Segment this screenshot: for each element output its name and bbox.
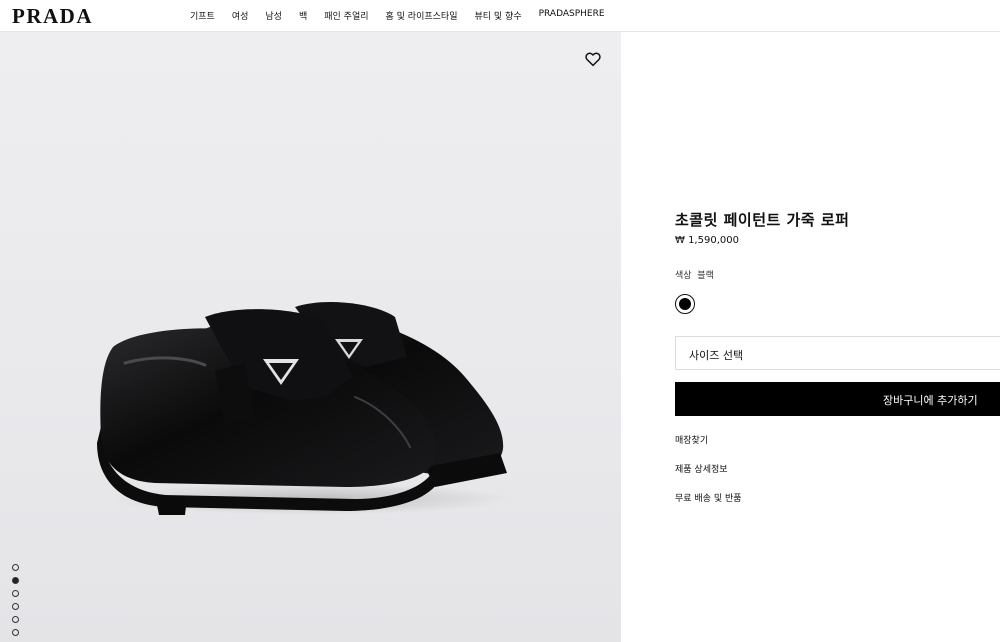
nav-item-bags[interactable]: 백 [299,9,307,22]
heart-icon[interactable] [584,50,602,68]
prada-logo[interactable]: PRADA [12,4,93,29]
nav-item-home-lifestyle[interactable]: 홈 및 라이프스타일 [386,9,458,22]
nav-item-gifts[interactable]: 기프트 [190,9,215,22]
product-price: ₩ 1,590,000 [675,235,739,246]
store-locator-link[interactable]: 매장찾기 [675,433,708,446]
gallery-dot-5[interactable] [12,616,19,623]
top-navigation-bar: PRADA 기프트 여성 남성 백 패인 주얼리 홈 및 라이프스타일 뷰티 및… [0,0,1000,32]
add-to-cart-button[interactable]: 장바구니에 추가하기 [675,382,1000,416]
nav-item-fine-jewelry[interactable]: 패인 주얼리 [324,9,368,22]
nav-item-men[interactable]: 남성 [265,9,282,22]
color-swatch-fill [679,298,691,310]
product-title: 초콜릿 페이턴트 가죽 로퍼 [675,211,850,229]
gallery-dot-6[interactable] [12,629,19,636]
color-label: 색상 [675,271,692,281]
gallery-dot-4[interactable] [12,603,19,610]
color-info: 색상 블랙 [675,268,714,281]
gallery-dot-2[interactable] [12,577,19,584]
gallery-dot-3[interactable] [12,590,19,597]
product-image-gallery[interactable] [0,32,621,642]
color-value: 블랙 [697,271,714,281]
nav-item-beauty-fragrance[interactable]: 뷰티 및 향수 [474,9,521,22]
shipping-returns-link[interactable]: 무료 배송 및 반품 [675,491,742,504]
color-swatch-black[interactable] [675,294,695,314]
size-select-dropdown[interactable]: 사이즈 선택 [675,336,1000,370]
product-image [97,302,510,515]
nav-item-pradasphere[interactable]: PRADASPHERE [539,9,605,22]
gallery-dot-1[interactable] [12,564,19,571]
product-details-panel: 초콜릿 페이턴트 가죽 로퍼 ₩ 1,590,000 색상 블랙 사이즈 선택 … [621,32,1000,642]
product-details-link[interactable]: 제품 상세정보 [675,462,728,475]
gallery-pagination [12,564,19,642]
nav-item-women[interactable]: 여성 [232,9,249,22]
main-nav: 기프트 여성 남성 백 패인 주얼리 홈 및 라이프스타일 뷰티 및 향수 PR… [190,9,622,22]
